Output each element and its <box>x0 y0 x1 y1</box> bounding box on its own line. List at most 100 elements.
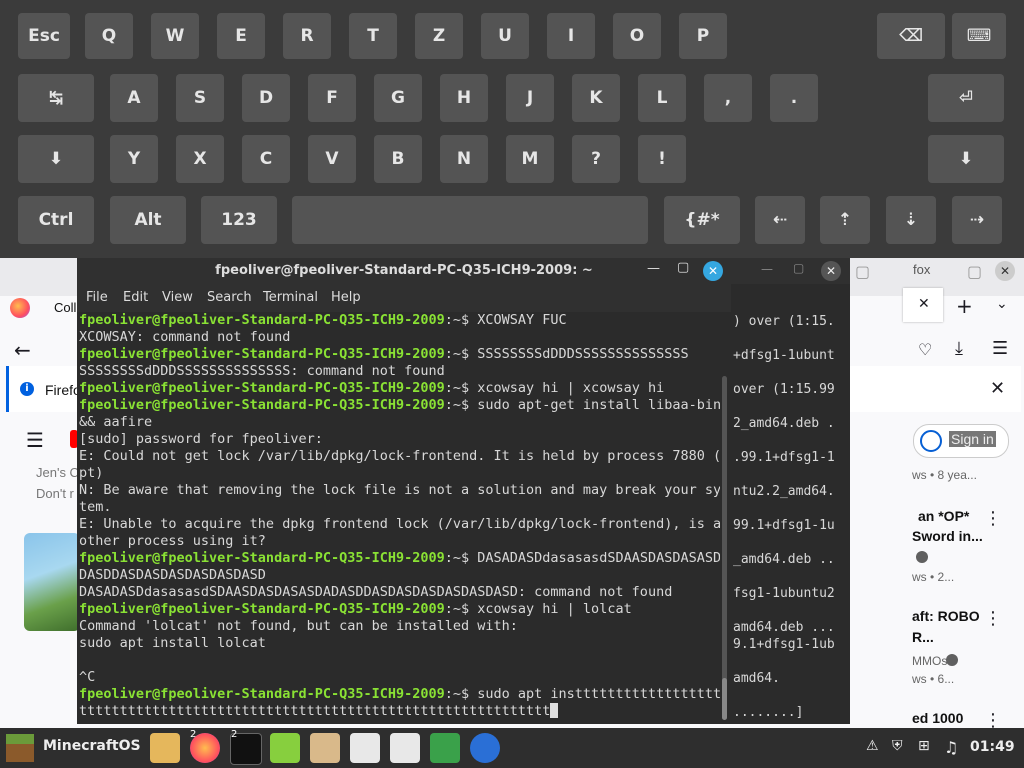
bg-term-close-icon[interactable]: ✕ <box>821 261 841 281</box>
terminal-maximize-icon[interactable]: ▢ <box>677 260 689 275</box>
menu-edit[interactable]: Edit <box>123 284 148 312</box>
key-123[interactable]: 123 <box>201 196 277 244</box>
box-app-2-icon[interactable] <box>390 733 420 763</box>
key-t[interactable]: T <box>349 13 397 59</box>
firefox-tab-label[interactable]: Coll <box>54 300 76 315</box>
key-j[interactable]: J <box>506 74 554 122</box>
key-h[interactable]: H <box>440 74 488 122</box>
firefox-tab2-label[interactable]: fox <box>913 262 930 277</box>
video-thumbnail[interactable] <box>24 533 80 631</box>
window-minimize-icon[interactable]: ▢ <box>855 262 870 281</box>
key-u[interactable]: U <box>481 13 529 59</box>
clock[interactable]: 01:49 <box>970 739 1015 755</box>
menu-help[interactable]: Help <box>331 284 361 312</box>
key-exclamation[interactable]: ! <box>638 135 686 183</box>
sound-icon[interactable]: ♫ <box>944 738 958 757</box>
arrow-left-icon[interactable]: ⇠ <box>755 196 805 244</box>
menu-search[interactable]: Search <box>207 284 252 312</box>
key-g[interactable]: G <box>374 74 422 122</box>
key-y[interactable]: Y <box>110 135 158 183</box>
bg-term-minimize-icon[interactable]: — <box>761 262 773 276</box>
more-options-2-icon[interactable]: ⋮ <box>984 608 1002 629</box>
network-icon[interactable]: ⊞ <box>918 738 930 754</box>
key-l[interactable]: L <box>638 74 686 122</box>
new-tab-icon[interactable]: + <box>956 294 973 318</box>
start-menu-label[interactable]: MinecraftOS <box>43 738 141 754</box>
key-x[interactable]: X <box>176 135 224 183</box>
tab-list-icon[interactable]: ⌄ <box>996 296 1008 312</box>
key-w[interactable]: W <box>151 13 199 59</box>
archive-icon[interactable] <box>310 733 340 763</box>
key-e[interactable]: E <box>217 13 265 59</box>
right-title-3b[interactable]: R... <box>912 629 934 645</box>
arrow-up-icon[interactable]: ⇡ <box>820 196 870 244</box>
minecraft-menu-icon[interactable] <box>6 734 34 762</box>
key-ctrl[interactable]: Ctrl <box>18 196 94 244</box>
key-i[interactable]: I <box>547 13 595 59</box>
right-title-4[interactable]: ed 1000 <box>912 710 963 726</box>
box-app-icon[interactable] <box>350 733 380 763</box>
bg-term-maximize-icon[interactable]: ▢ <box>793 261 804 275</box>
accessibility-icon[interactable] <box>470 733 500 763</box>
key-space[interactable] <box>292 196 648 244</box>
terminal-minimize-icon[interactable]: — <box>647 261 660 276</box>
key-s[interactable]: S <box>176 74 224 122</box>
terminal-close-icon[interactable]: ✕ <box>703 261 723 281</box>
key-question[interactable]: ? <box>572 135 620 183</box>
menu-terminal[interactable]: Terminal <box>263 284 318 312</box>
key-z[interactable]: Z <box>415 13 463 59</box>
menu-view[interactable]: View <box>162 284 193 312</box>
arrow-right-icon[interactable]: ⇢ <box>952 196 1002 244</box>
key-period[interactable]: . <box>770 74 818 122</box>
right-title-2a[interactable]: an *OP* <box>918 508 969 524</box>
window-minimize2-icon[interactable]: ▢ <box>967 262 982 281</box>
pocket-icon[interactable]: ♡ <box>918 340 932 359</box>
key-k[interactable]: K <box>572 74 620 122</box>
back-arrow-icon[interactable]: ← <box>14 338 31 362</box>
key-q[interactable]: Q <box>85 13 133 59</box>
key-alt[interactable]: Alt <box>110 196 186 244</box>
arrow-down-icon[interactable]: ⇣ <box>886 196 936 244</box>
download-icon[interactable]: ⤓ <box>955 338 963 359</box>
key-p[interactable]: P <box>679 13 727 59</box>
file-manager-icon[interactable] <box>150 733 180 763</box>
shield-icon[interactable] <box>430 733 460 763</box>
enter-key-icon[interactable]: ⏎ <box>928 74 1004 122</box>
terminal-titlebar[interactable]: fpeoliver@fpeoliver-Standard-PC-Q35-ICH9… <box>77 258 731 284</box>
terminal-scrollbar[interactable] <box>722 376 727 720</box>
mint-update-icon[interactable] <box>270 733 300 763</box>
terminal-output[interactable]: fpeoliver@fpeoliver-Standard-PC-Q35-ICH9… <box>77 312 720 724</box>
window-close-icon[interactable]: ✕ <box>995 261 1015 281</box>
key-r[interactable]: R <box>283 13 331 59</box>
menu-file[interactable]: File <box>86 284 108 312</box>
notification-icon[interactable]: ⚠ <box>866 738 879 754</box>
right-title-3a[interactable]: aft: ROBO <box>912 608 980 624</box>
backspace-key-icon[interactable]: ⌫ <box>877 13 945 59</box>
menu-hamburger-icon[interactable]: ☰ <box>992 338 1008 359</box>
page-menu-icon[interactable]: ☰ <box>26 428 44 452</box>
notice-close-icon[interactable]: ✕ <box>990 378 1005 399</box>
terminal-line-text: Command 'lolcat' not found, but can be i… <box>79 618 518 634</box>
key-comma[interactable]: , <box>704 74 752 122</box>
hide-keyboard-icon[interactable]: ⌨ <box>952 13 1006 59</box>
key-v[interactable]: V <box>308 135 356 183</box>
key-m[interactable]: M <box>506 135 554 183</box>
more-options-icon[interactable]: ⋮ <box>984 508 1002 529</box>
key-esc[interactable]: Esc <box>18 13 70 59</box>
shift-left-icon[interactable]: ⬇ <box>18 135 94 183</box>
right-title-2b[interactable]: Sword in... <box>912 528 983 544</box>
key-d[interactable]: D <box>242 74 290 122</box>
shift-right-icon[interactable]: ⬇ <box>928 135 1004 183</box>
key-f[interactable]: F <box>308 74 356 122</box>
key-b[interactable]: B <box>374 135 422 183</box>
tab-key-icon[interactable]: ↹ <box>18 74 94 122</box>
terminal-scrollbar-thumb[interactable] <box>722 678 727 720</box>
key-c[interactable]: C <box>242 135 290 183</box>
security-tray-icon[interactable]: ⛨ <box>892 738 903 754</box>
signin-label[interactable]: Sign in <box>949 431 996 447</box>
key-a[interactable]: A <box>110 74 158 122</box>
key-o[interactable]: O <box>613 13 661 59</box>
key-n[interactable]: N <box>440 135 488 183</box>
key-symbols[interactable]: {#* <box>664 196 740 244</box>
tab-close-icon[interactable]: ✕ <box>918 296 930 312</box>
